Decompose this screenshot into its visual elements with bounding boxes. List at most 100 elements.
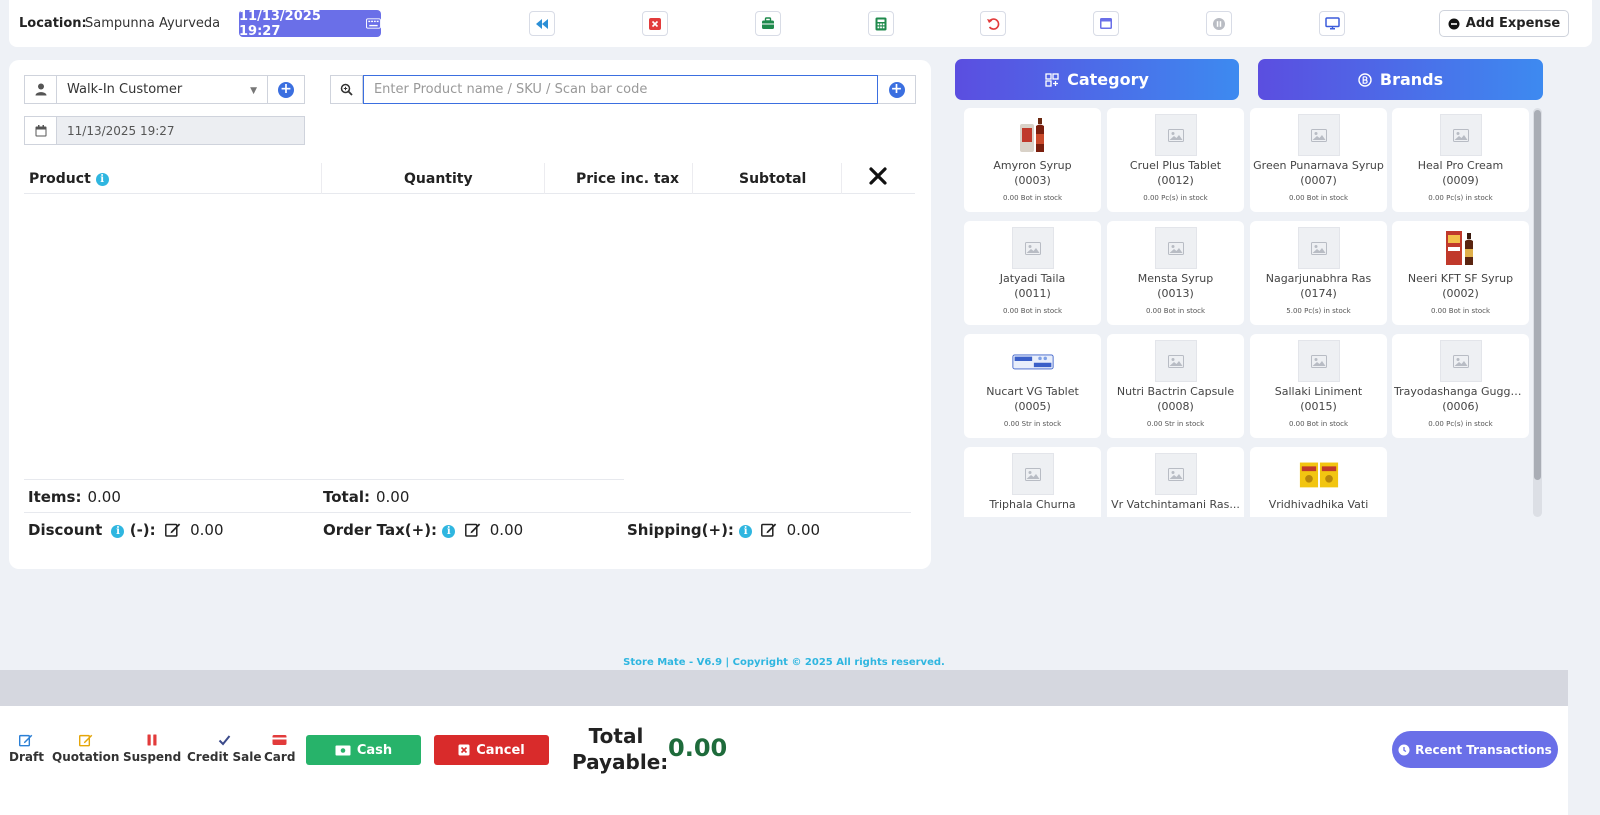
product-card[interactable]: Vr Vatchintamani Ras... xyxy=(1107,447,1244,517)
image-placeholder-icon xyxy=(1155,453,1197,495)
edit-shipping-icon[interactable] xyxy=(761,522,777,537)
datetime-button[interactable]: 11/13/2025 19:27 xyxy=(239,9,381,39)
image-placeholder-icon xyxy=(1155,227,1197,269)
calculator-button[interactable] xyxy=(868,11,894,36)
product-sku: (0012) xyxy=(1157,174,1194,187)
keyboard-icon xyxy=(366,18,381,29)
product-sku: (0005) xyxy=(1014,400,1051,413)
credit-card-icon xyxy=(272,735,287,745)
recent-transactions-button[interactable]: Recent Transactions xyxy=(1392,731,1558,768)
clock-icon xyxy=(1398,744,1410,755)
product-image xyxy=(1298,114,1340,156)
plus-circle-icon: + xyxy=(888,81,905,98)
product-card[interactable]: Sallaki Liniment (0015) 0.00 Bot in stock xyxy=(1250,334,1387,438)
close-square-icon xyxy=(458,744,470,756)
column-header-product: Product i xyxy=(29,171,109,187)
product-card[interactable]: Amyron Syrup (0003) 0.00 Bot in stock xyxy=(964,108,1101,212)
product-grid: Amyron Syrup (0003) 0.00 Bot in stock Cruel… xyxy=(964,108,1532,517)
product-card[interactable]: Nucart VG Tablet (0005) 0.00 Str in stock xyxy=(964,334,1101,438)
cancel-button[interactable]: Cancel xyxy=(434,735,549,765)
product-sku: (0002) xyxy=(1442,287,1479,300)
product-card[interactable]: Trayodashanga Guggul... (0006) 0.00 Pc(s) … xyxy=(1392,334,1529,438)
brands-tab-label: Brands xyxy=(1379,70,1444,89)
image-placeholder-icon xyxy=(1012,227,1054,269)
category-tab[interactable]: Category xyxy=(955,59,1239,100)
add-customer-button[interactable]: + xyxy=(267,76,304,103)
column-header-quantity: Quantity xyxy=(404,171,473,187)
product-image xyxy=(1155,114,1197,156)
product-card[interactable]: Green Punarnava Syrup (0007) 0.00 Bot in s… xyxy=(1250,108,1387,212)
info-icon[interactable]: i xyxy=(739,525,753,538)
info-icon[interactable]: i xyxy=(111,525,125,538)
pause-button[interactable] xyxy=(1206,11,1232,36)
calendar-icon xyxy=(35,124,46,136)
syrup-bottle-image xyxy=(1020,118,1044,152)
location-value[interactable]: Sampunna Ayurveda xyxy=(85,16,220,31)
edit-tax-icon[interactable] xyxy=(464,522,481,537)
search-input[interactable] xyxy=(362,75,879,104)
total-payable-value: 0.00 xyxy=(668,734,728,762)
product-name: Trayodashanga Guggul... xyxy=(1394,385,1527,398)
add-expense-button[interactable]: Add Expense xyxy=(1439,10,1569,37)
product-card[interactable]: Neeri KFT SF Syrup (0002) 0.00 Bot in stoc… xyxy=(1392,221,1529,325)
product-card[interactable]: Vridhivadhika Vati xyxy=(1250,447,1387,517)
product-name: Green Punarnava Syrup xyxy=(1253,159,1384,172)
product-card[interactable]: Heal Pro Cream (0009) 0.00 Pc(s) in stock xyxy=(1392,108,1529,212)
product-card[interactable]: Nagarjunabhra Ras (0174) 5.00 Pc(s) in sto… xyxy=(1250,221,1387,325)
card-button[interactable]: Card xyxy=(264,733,295,764)
info-icon[interactable]: i xyxy=(442,525,456,538)
money-bill-icon xyxy=(335,745,351,755)
product-name: Nucart VG Tablet xyxy=(986,385,1079,398)
product-sku: (0013) xyxy=(1157,287,1194,300)
product-stock: 0.00 Pc(s) in stock xyxy=(1428,420,1493,428)
product-name: Cruel Plus Tablet xyxy=(1129,159,1222,172)
tablet-box-image xyxy=(1299,462,1339,488)
product-card[interactable]: Mensta Syrup (0013) 0.00 Bot in stock xyxy=(1107,221,1244,325)
edit-discount-icon[interactable] xyxy=(164,522,181,537)
product-card[interactable]: Triphala Churna xyxy=(964,447,1101,517)
quotation-button[interactable]: Quotation xyxy=(52,733,119,764)
sell-return-button[interactable] xyxy=(980,11,1006,36)
image-placeholder-icon xyxy=(1298,340,1340,382)
close-register-button[interactable] xyxy=(642,11,668,36)
register-details-button[interactable] xyxy=(755,11,781,36)
add-product-button[interactable]: + xyxy=(878,76,916,103)
scrollbar-thumb[interactable] xyxy=(1534,110,1541,480)
customer-select[interactable]: Walk-In Customer ▼ xyxy=(57,82,267,97)
product-card[interactable]: Jatyadi Taila (0011) 0.00 Bot in stock xyxy=(964,221,1101,325)
product-sku: (0006) xyxy=(1442,400,1479,413)
product-name: Sallaki Liniment xyxy=(1274,385,1363,398)
category-tab-label: Category xyxy=(1067,70,1149,89)
go-back-button[interactable] xyxy=(529,11,555,36)
product-sku: (0174) xyxy=(1300,287,1337,300)
product-name: Nutri Bactrin Capsule xyxy=(1116,385,1235,398)
customer-display-button[interactable] xyxy=(1319,11,1345,36)
product-stock: 5.00 Pc(s) in stock xyxy=(1286,307,1351,315)
discount-row: Discount i (-): 0.00 xyxy=(28,521,224,539)
cart-table-header: Product i Quantity Price inc. tax Subtot… xyxy=(24,163,915,194)
suspend-button[interactable]: Suspend xyxy=(123,733,181,764)
category-grid-icon xyxy=(1045,72,1059,87)
product-stock: 0.00 Pc(s) in stock xyxy=(1428,194,1493,202)
image-placeholder-icon xyxy=(1155,114,1197,156)
copyright-footer: Store Mate - V6.9 | Copyright © 2025 All… xyxy=(623,657,945,668)
transaction-date-input[interactable]: 11/13/2025 19:27 xyxy=(57,117,304,144)
product-search-field: + xyxy=(330,75,916,104)
product-card[interactable]: Cruel Plus Tablet (0012) 0.00 Pc(s) in sto… xyxy=(1107,108,1244,212)
cash-button[interactable]: Cash xyxy=(306,735,421,765)
product-stock: 0.00 Bot in stock xyxy=(1288,420,1349,428)
product-grid-scrollbar[interactable] xyxy=(1533,108,1542,517)
product-sku: (0008) xyxy=(1157,400,1194,413)
info-icon[interactable]: i xyxy=(95,173,109,186)
search-icon xyxy=(340,83,353,96)
clear-cart-icon[interactable] xyxy=(869,167,887,185)
product-name: Neeri KFT SF Syrup xyxy=(1407,272,1514,285)
product-name: Nagarjunabhra Ras xyxy=(1265,272,1372,285)
show-featured-button[interactable] xyxy=(1093,11,1119,36)
draft-button[interactable]: Draft xyxy=(9,733,44,764)
brands-tab[interactable]: Brands xyxy=(1258,59,1543,100)
product-card[interactable]: Nutri Bactrin Capsule (0008) 0.00 Str in s… xyxy=(1107,334,1244,438)
product-name: Mensta Syrup xyxy=(1137,272,1214,285)
user-icon xyxy=(35,83,46,96)
credit-sale-button[interactable]: Credit Sale xyxy=(187,733,261,764)
